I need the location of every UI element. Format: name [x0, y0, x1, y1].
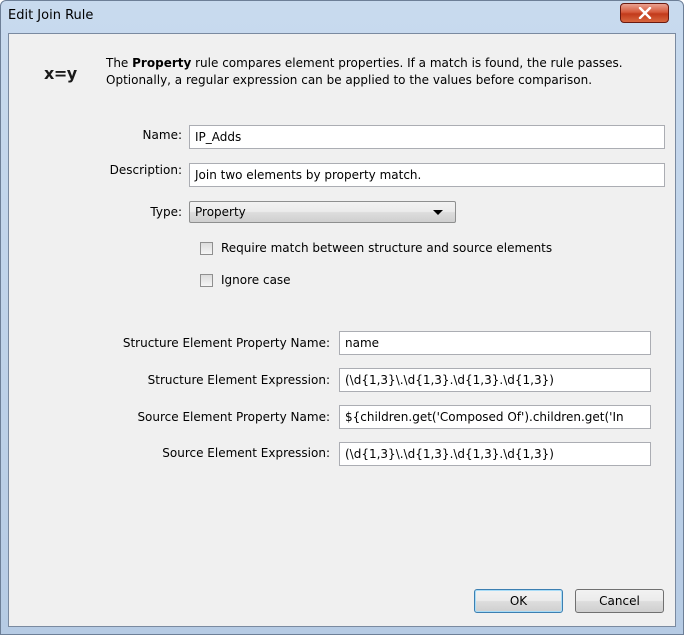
- type-label: Type:: [150, 205, 182, 219]
- structure-expression-field[interactable]: (\d{1,3}\.\d{1,3}.\d{1,3}.\d{1,3}): [339, 368, 651, 392]
- source-property-field[interactable]: ${children.get('Composed Of').children.g…: [339, 405, 651, 429]
- ignore-case-checkbox[interactable]: [200, 274, 213, 287]
- ignore-case-label[interactable]: Ignore case: [221, 273, 291, 287]
- rule-description: The Property rule compares element prope…: [106, 56, 623, 87]
- require-match-label[interactable]: Require match between structure and sour…: [221, 241, 552, 255]
- type-select[interactable]: Property: [189, 201, 456, 223]
- source-expression-field[interactable]: (\d{1,3}\.\d{1,3}.\d{1,3}.\d{1,3}): [339, 442, 651, 466]
- cancel-button[interactable]: Cancel: [575, 589, 664, 613]
- require-match-checkbox[interactable]: [200, 242, 213, 255]
- close-button[interactable]: [620, 3, 669, 23]
- type-select-value: Property: [195, 205, 246, 219]
- name-field[interactable]: IP_Adds: [189, 125, 665, 149]
- window-title: Edit Join Rule: [8, 8, 94, 23]
- description-field[interactable]: Join two elements by property match.: [189, 163, 665, 187]
- rule-type-name: Property: [132, 56, 192, 70]
- structure-expression-label: Structure Element Expression:: [147, 373, 330, 387]
- source-expression-label: Source Element Expression:: [162, 446, 330, 460]
- dialog-content: x=y The Property rule compares element p…: [8, 33, 676, 627]
- chevron-down-icon: [433, 210, 443, 215]
- structure-property-field[interactable]: name: [339, 331, 651, 355]
- name-label: Name:: [142, 128, 182, 142]
- close-icon: [638, 7, 651, 19]
- description-label: Description:: [109, 163, 182, 177]
- source-property-label: Source Element Property Name:: [137, 410, 330, 424]
- ok-button[interactable]: OK: [474, 589, 563, 613]
- property-rule-icon: x=y: [44, 64, 77, 83]
- edit-join-rule-dialog: Edit Join Rule x=y The Property rule com…: [0, 0, 684, 635]
- title-bar[interactable]: Edit Join Rule: [1, 1, 683, 33]
- structure-property-label: Structure Element Property Name:: [122, 336, 330, 350]
